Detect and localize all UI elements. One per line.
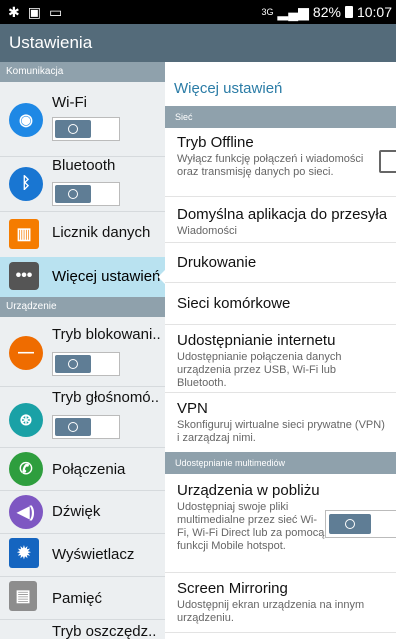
sidebar-item-display[interactable]: ✹ Wyświetlacz bbox=[0, 534, 165, 576]
section-header-device: Urządzenie bbox=[0, 297, 165, 317]
storage-icon: ▤ bbox=[9, 581, 37, 611]
setting-subtitle: Wyłącz funkcję połączeń i wiadomości ora… bbox=[177, 153, 364, 178]
setting-tethering[interactable]: Udostępnianie internetu Udostępnianie po… bbox=[177, 332, 387, 390]
sidebar-item-bluetooth[interactable]: ᛒ Bluetooth bbox=[0, 157, 165, 211]
sidebar-item-storage[interactable]: ▤ Pamięć bbox=[0, 577, 165, 619]
bluetooth-toggle[interactable] bbox=[52, 182, 120, 206]
page-title: Ustawienia bbox=[9, 33, 93, 52]
setting-vpn[interactable]: VPN Skonfiguruj wirtualne sieci prywatne… bbox=[177, 400, 387, 445]
lock-mode-icon: — bbox=[9, 336, 43, 370]
sidebar-item-label: Pamięć bbox=[52, 590, 103, 607]
setting-title: Urządzenia w pobliżu bbox=[177, 482, 320, 499]
setting-default-messaging[interactable]: Domyślna aplikacja do przesyła.. Wiadomo… bbox=[177, 206, 387, 238]
battery-icon bbox=[344, 6, 353, 18]
speaker-icon: ◀) bbox=[9, 495, 43, 529]
setting-subtitle: Wiadomości bbox=[177, 225, 237, 237]
network-type: 3G bbox=[261, 7, 274, 17]
bluetooth-icon: ᛒ bbox=[9, 167, 43, 201]
sidebar-item-label: Tryb głośnomó.. bbox=[52, 389, 159, 406]
setting-nearby-devices[interactable]: Urządzenia w pobliżu Udostępniaj swoje p… bbox=[177, 482, 327, 553]
setting-subtitle: Udostępnianie połączenia danych urządzen… bbox=[177, 351, 342, 389]
section-title: Więcej ustawień bbox=[174, 80, 283, 97]
sidebar-item-driving-mode[interactable]: ⊛ Tryb głośnomó.. bbox=[0, 387, 165, 447]
setting-printing[interactable]: Drukowanie bbox=[177, 254, 387, 271]
main-panel: Więcej ustawień Sieć Tryb Offline Wyłącz… bbox=[165, 62, 396, 639]
setting-title: Udostępnianie internetu bbox=[177, 332, 336, 349]
setting-title: Screen Mirroring bbox=[177, 580, 288, 597]
status-bar: ✱ ▣ ▭ 3G ▂▄▆ 82% 10:07 bbox=[0, 0, 396, 24]
sidebar-item-label: Tryb oszczędz.. bbox=[52, 623, 157, 639]
wifi-toggle[interactable] bbox=[52, 117, 120, 141]
wifi-icon: ◉ bbox=[9, 103, 43, 137]
gallery-icon: ▭ bbox=[48, 4, 63, 20]
setting-title: Drukowanie bbox=[177, 254, 257, 271]
sidebar-item-label: Więcej ustawień bbox=[52, 268, 161, 285]
status-left-icons: ✱ ▣ ▭ bbox=[8, 3, 62, 21]
sidebar-item-calls[interactable]: ✆ Połączenia bbox=[0, 448, 165, 490]
battery-percent: 82% bbox=[312, 4, 341, 20]
setting-mobile-networks[interactable]: Sieci komórkowe bbox=[177, 295, 387, 312]
setting-screen-mirroring[interactable]: Screen Mirroring Udostępnij ekran urządz… bbox=[177, 580, 387, 625]
status-right: 3G ▂▄▆ 82% 10:07 bbox=[261, 3, 392, 21]
section-header-connections: Komunikacja bbox=[0, 62, 165, 82]
clock: 10:07 bbox=[356, 4, 392, 20]
sidebar-item-label: Wyświetlacz bbox=[52, 546, 135, 563]
sidebar-item-more[interactable]: ••• Więcej ustawień bbox=[0, 257, 165, 297]
phone-icon: ✆ bbox=[9, 452, 43, 486]
sidebar-item-label: Połączenia bbox=[52, 461, 126, 478]
setting-subtitle: Skonfiguruj wirtualne sieci prywatne (VP… bbox=[177, 419, 385, 444]
more-icon: ••• bbox=[9, 262, 39, 290]
gear-icon: ✱ bbox=[8, 4, 20, 20]
display-icon: ✹ bbox=[9, 538, 39, 568]
section-header-media: Udostępnianie multimediów bbox=[165, 452, 396, 474]
setting-title: VPN bbox=[177, 400, 208, 417]
setting-subtitle: Udostępnij ekran urządzenia na innym urz… bbox=[177, 599, 365, 624]
sidebar-item-label: Tryb blokowani.. bbox=[52, 326, 161, 343]
lock-mode-toggle[interactable] bbox=[52, 352, 120, 376]
sidebar-item-label: Licznik danych bbox=[52, 224, 151, 241]
setting-subtitle: Udostępniaj swoje pliki multimedialne pr… bbox=[177, 501, 325, 552]
sidebar-item-label: Dźwięk bbox=[52, 503, 101, 520]
signal-icon: ▂▄▆ bbox=[277, 4, 309, 20]
nearby-devices-toggle[interactable] bbox=[325, 510, 396, 538]
sidebar-item-data-usage[interactable]: ▥ Licznik danych bbox=[0, 212, 165, 257]
sidebar: Komunikacja ◉ Wi-Fi ᛒ Bluetooth ▥ Liczni… bbox=[0, 62, 165, 639]
sidebar-item-label: Wi-Fi bbox=[52, 94, 87, 111]
section-header-network: Sieć bbox=[165, 106, 396, 128]
data-usage-icon: ▥ bbox=[9, 219, 39, 249]
driving-mode-toggle[interactable] bbox=[52, 415, 120, 439]
sidebar-item-lock-mode[interactable]: — Tryb blokowani.. bbox=[0, 318, 165, 386]
sidebar-item-power-saving[interactable]: Tryb oszczędz.. bbox=[0, 620, 165, 639]
selected-arrow bbox=[158, 269, 165, 285]
setting-title: Domyślna aplikacja do przesyła.. bbox=[177, 206, 387, 223]
sidebar-item-sound[interactable]: ◀) Dźwięk bbox=[0, 491, 165, 533]
screenshot-icon: ▣ bbox=[27, 4, 41, 20]
airplane-mode-checkbox[interactable] bbox=[379, 150, 396, 173]
setting-title: Sieci komórkowe bbox=[177, 295, 291, 312]
sidebar-item-wifi[interactable]: ◉ Wi-Fi bbox=[0, 82, 165, 156]
setting-airplane-mode[interactable]: Tryb Offline Wyłącz funkcję połączeń i w… bbox=[177, 134, 367, 179]
steering-wheel-icon: ⊛ bbox=[9, 403, 43, 437]
setting-title: Tryb Offline bbox=[177, 134, 254, 151]
app-bar: Ustawienia bbox=[0, 24, 396, 62]
sidebar-item-label: Bluetooth bbox=[52, 157, 116, 174]
